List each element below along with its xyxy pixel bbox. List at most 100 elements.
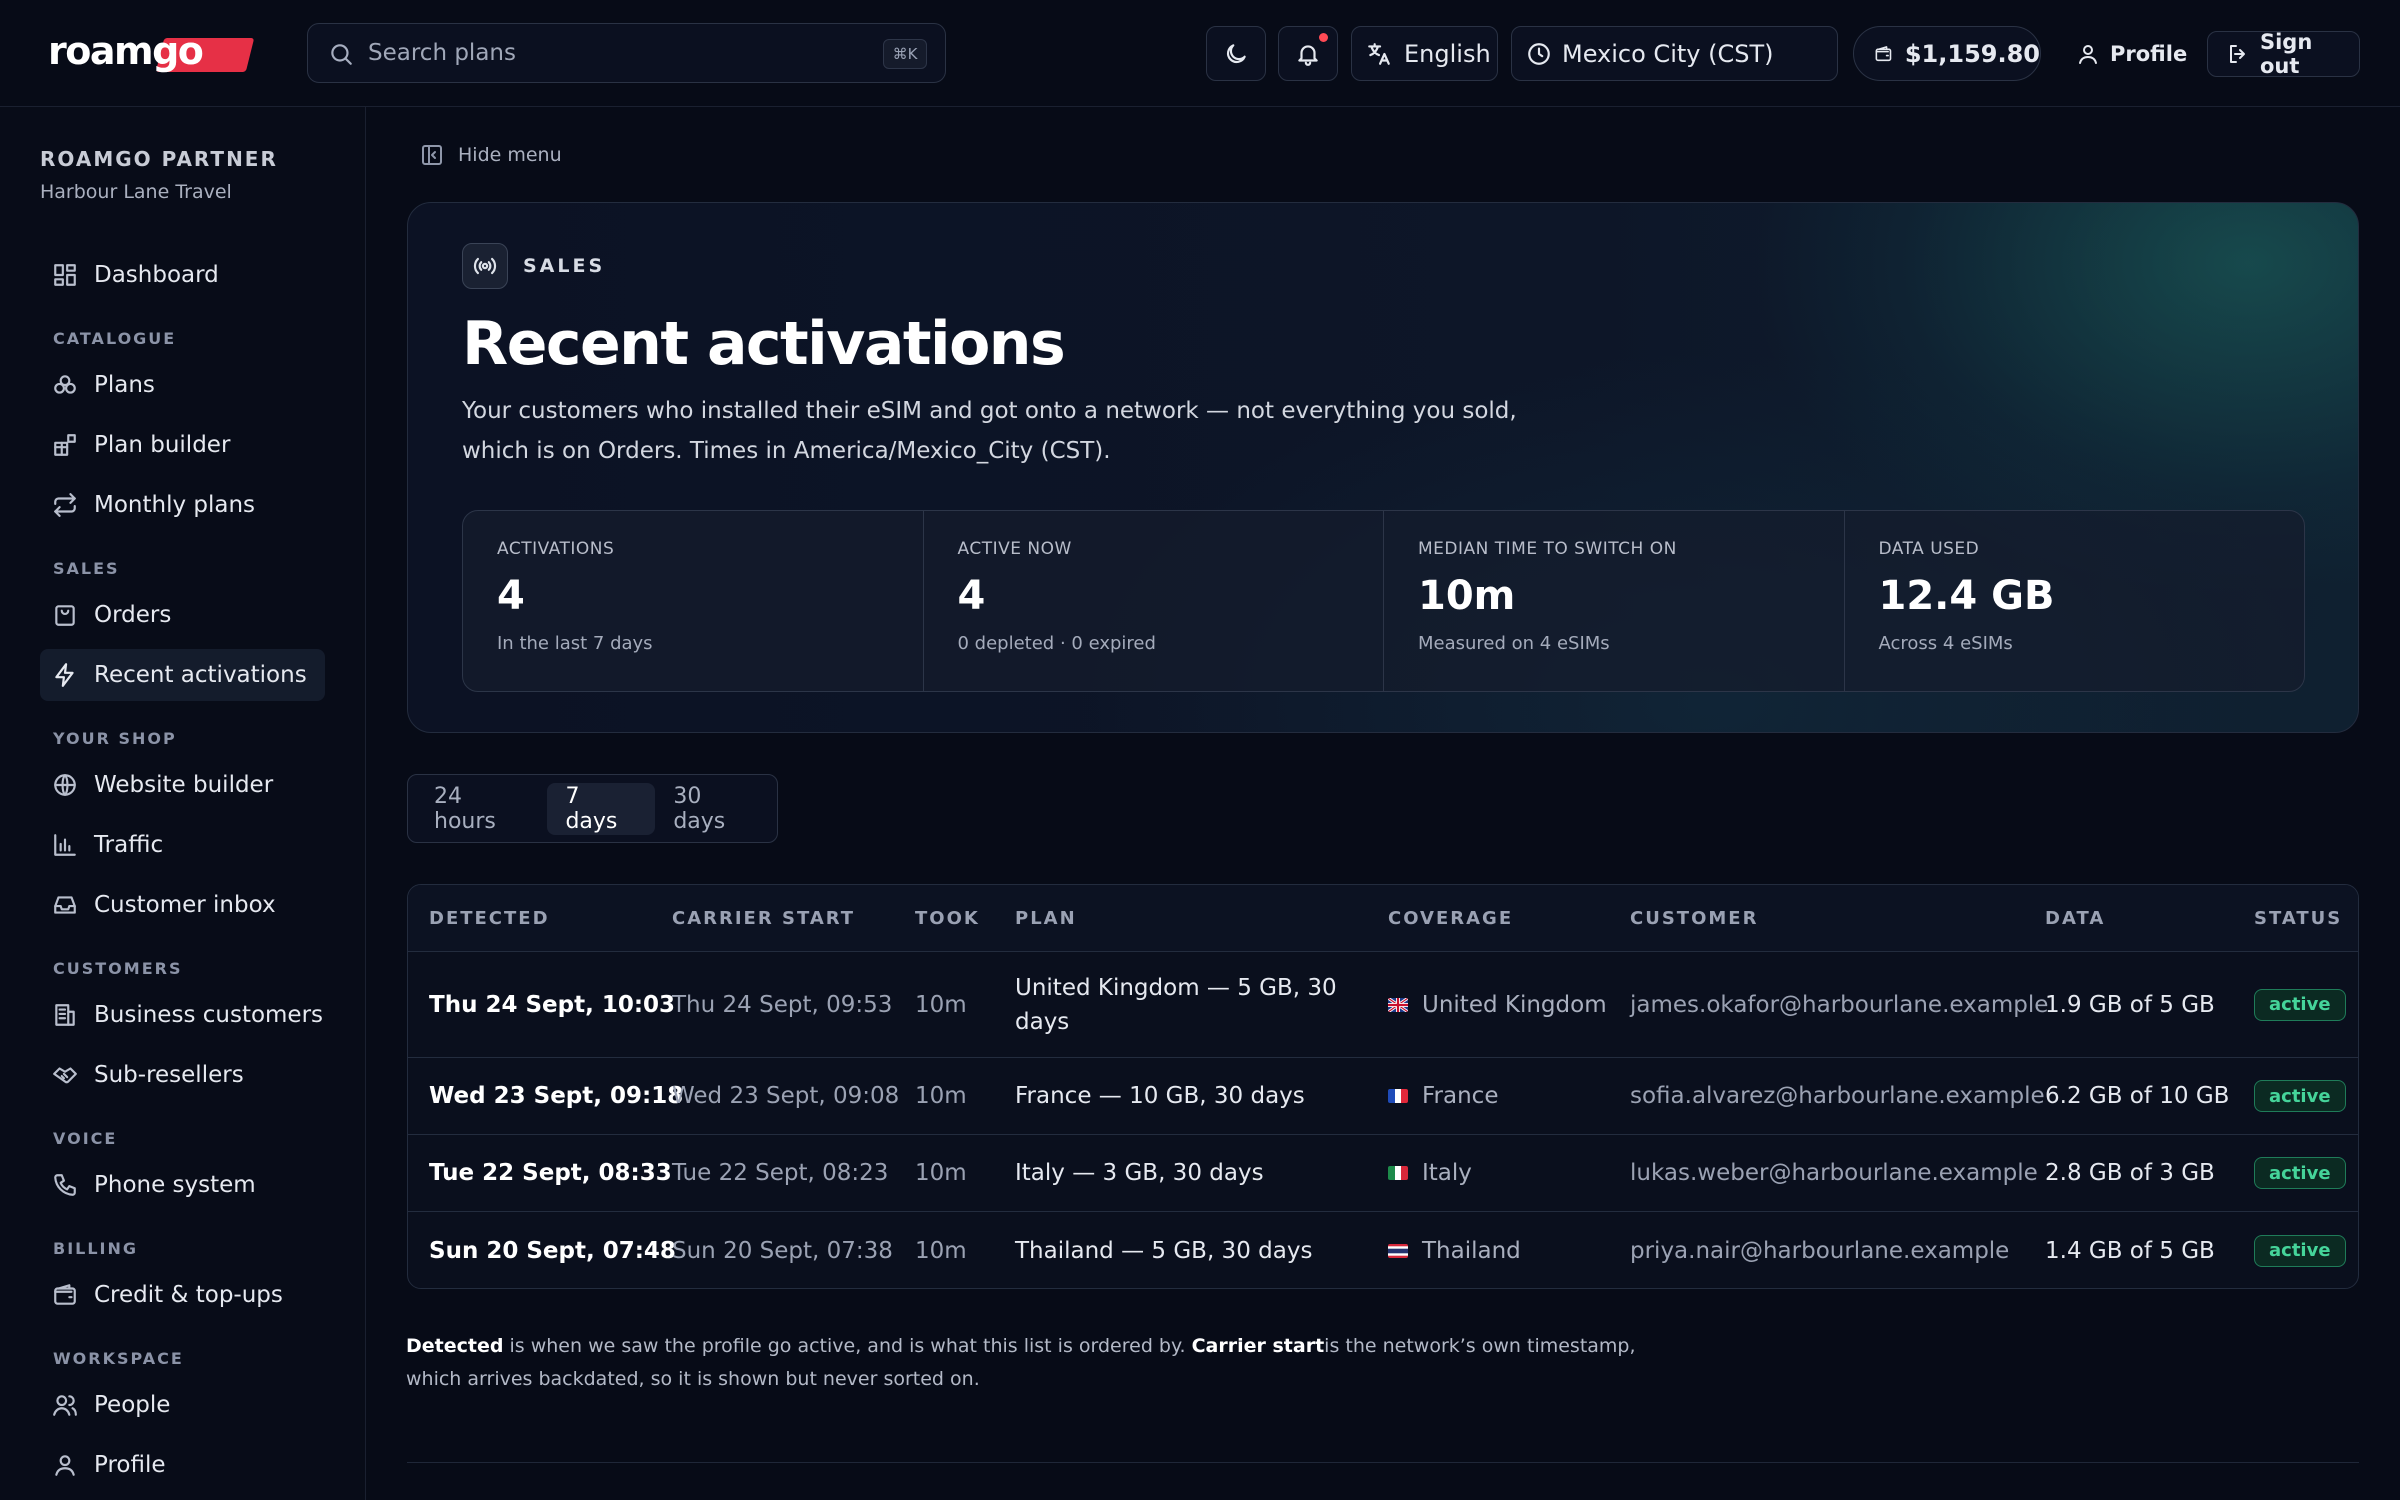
status-badge: active: [2254, 1157, 2346, 1189]
roamgo-logo[interactable]: roamgo: [48, 29, 255, 75]
cell-status: active: [2254, 1058, 2346, 1134]
profile-link[interactable]: Profile: [2076, 26, 2187, 81]
status-badge: active: [2254, 1080, 2346, 1112]
notification-dot: [1319, 33, 1328, 42]
stat-sub: In the last 7 days: [497, 633, 653, 654]
cell-customer: priya.nair@harbourlane.example: [1630, 1237, 2010, 1264]
stat-median-time: MEDIAN TIME TO SWITCH ON 10m Measured on…: [1384, 511, 1845, 691]
col-plan[interactable]: PLAN: [1015, 885, 1077, 952]
sidebar-item-profile[interactable]: Profile: [40, 1439, 325, 1491]
search-shortcut-hint: ⌘K: [883, 39, 927, 69]
blocks-icon: [54, 434, 76, 456]
stat-label: ACTIVE NOW: [957, 539, 1072, 559]
stat-active-now: ACTIVE NOW 4 0 depleted · 0 expired: [924, 511, 1384, 691]
bar-chart-icon: [54, 834, 76, 856]
timezone-selector[interactable]: Mexico City (CST): [1511, 26, 1838, 81]
cell-plan: Thailand — 5 GB, 30 days: [1015, 1237, 1313, 1264]
cell-coverage: France: [1388, 1058, 1498, 1134]
sidebar-item-label: Traffic: [94, 832, 164, 858]
moon-icon: [1226, 43, 1246, 63]
flag-france-icon: [1388, 1089, 1408, 1103]
col-coverage[interactable]: COVERAGE: [1388, 885, 1513, 952]
sidebar-item-phone-system[interactable]: Phone system: [40, 1159, 325, 1211]
sidebar-item-website-builder[interactable]: Website builder: [40, 759, 325, 811]
col-customer[interactable]: CUSTOMER: [1630, 885, 1758, 952]
col-status[interactable]: STATUS: [2254, 885, 2342, 952]
stat-value: 12.4 GB: [1878, 573, 2055, 619]
sidebar-item-traffic[interactable]: Traffic: [40, 819, 325, 871]
section-catalogue: CATALOGUE: [53, 329, 177, 348]
section-customers: CUSTOMERS: [53, 959, 183, 978]
stat-value: 4: [957, 573, 986, 619]
timezone-label: Mexico City (CST): [1562, 39, 1774, 68]
wallet-icon: [54, 1284, 76, 1305]
section-workspace: WORKSPACE: [53, 1349, 184, 1368]
cell-detected: Tue 22 Sept, 08:33: [429, 1160, 672, 1186]
top-bar: roamgo ⌘K English Mexico City (CST) $1,1…: [0, 0, 2400, 107]
eyebrow-label: SALES: [523, 255, 606, 277]
sidebar-item-sub-resellers[interactable]: Sub-resellers: [40, 1049, 325, 1101]
hide-menu-button[interactable]: Hide menu: [420, 140, 562, 170]
theme-toggle-button[interactable]: [1206, 26, 1266, 81]
tab-30-days[interactable]: 30 days: [655, 783, 777, 835]
hide-menu-label: Hide menu: [458, 144, 562, 166]
table-row[interactable]: Thu 24 Sept, 10:03 Thu 24 Sept, 09:53 10…: [408, 952, 2358, 1058]
search-input[interactable]: [368, 36, 868, 70]
language-label: English: [1404, 39, 1491, 68]
stats-panel: ACTIVATIONS 4 In the last 7 days ACTIVE …: [462, 510, 2305, 692]
col-data[interactable]: DATA: [2045, 885, 2105, 952]
tab-24-hours[interactable]: 24 hours: [416, 783, 547, 835]
search-box[interactable]: ⌘K: [307, 23, 946, 83]
sidebar-item-dashboard[interactable]: Dashboard: [40, 249, 325, 301]
time-range-tabs: 24 hours 7 days 30 days: [407, 774, 778, 843]
cell-coverage: Italy: [1388, 1135, 1472, 1211]
table-row[interactable]: Sun 20 Sept, 07:48 Sun 20 Sept, 07:38 10…: [408, 1212, 2358, 1288]
translate-icon: [1368, 42, 1390, 65]
sidebar-item-business-customers[interactable]: Business customers: [40, 989, 325, 1041]
sidebar-item-label: Plans: [94, 372, 155, 398]
footnote-term-detected: Detected: [406, 1335, 504, 1357]
sidebar-item-plans[interactable]: Plans: [40, 359, 325, 411]
bell-icon: [1298, 44, 1318, 66]
search-icon: [331, 44, 352, 65]
table-header: DETECTED CARRIER START TOOK PLAN COVERAG…: [408, 885, 2358, 952]
notifications-button[interactable]: [1278, 26, 1338, 81]
col-took[interactable]: TOOK: [915, 885, 980, 952]
logo-text: roamgo: [48, 29, 204, 73]
sidebar-item-plan-builder[interactable]: Plan builder: [40, 419, 325, 471]
cell-carrier-start: Sun 20 Sept, 07:38: [672, 1237, 893, 1264]
building-icon: [55, 1004, 75, 1026]
logout-icon: [2229, 45, 2245, 63]
cell-status: active: [2254, 1135, 2346, 1211]
coverage-label: Italy: [1422, 1160, 1472, 1186]
cell-carrier-start: Tue 22 Sept, 08:23: [672, 1160, 889, 1186]
language-selector[interactable]: English: [1351, 26, 1498, 81]
col-carrier-start[interactable]: CARRIER START: [672, 885, 855, 952]
coverage-label: United Kingdom: [1422, 991, 1607, 1018]
tab-7-days[interactable]: 7 days: [547, 782, 656, 835]
activations-table: DETECTED CARRIER START TOOK PLAN COVERAG…: [407, 884, 2359, 1289]
balance-button[interactable]: $1,159.80: [1853, 26, 2041, 81]
table-row[interactable]: Wed 23 Sept, 09:18 Wed 23 Sept, 09:08 10…: [408, 1058, 2358, 1135]
col-detected[interactable]: DETECTED: [429, 885, 550, 952]
flag-italy-icon: [1388, 1166, 1408, 1180]
sidebar-item-people[interactable]: People: [40, 1379, 325, 1431]
profile-label: Profile: [2110, 41, 2188, 66]
broadcast-icon: [462, 243, 508, 289]
stat-sub: 0 depleted · 0 expired: [957, 633, 1156, 654]
dashboard-icon: [54, 264, 76, 286]
sign-out-button[interactable]: Sign out: [2207, 30, 2360, 78]
sidebar-item-monthly-plans[interactable]: Monthly plans: [40, 479, 325, 531]
sidebar-item-recent-activations[interactable]: Recent activations: [40, 649, 325, 701]
cell-customer: sofia.alvarez@harbourlane.example: [1630, 1083, 2045, 1109]
sidebar-item-customer-inbox[interactable]: Customer inbox: [40, 879, 325, 931]
cell-data: 1.4 GB of 5 GB: [2045, 1237, 2215, 1264]
page-description: Your customers who installed their eSIM …: [462, 398, 1517, 464]
cell-took: 10m: [915, 1160, 967, 1186]
sidebar-item-credit-topups[interactable]: Credit & top-ups: [40, 1269, 325, 1321]
cell-customer: james.okafor@harbourlane.example: [1630, 991, 2049, 1018]
sidebar-item-orders[interactable]: Orders: [40, 589, 325, 641]
sidebar-item-label: Customer inbox: [94, 892, 276, 918]
flag-uk-icon: [1388, 997, 1408, 1012]
table-row[interactable]: Tue 22 Sept, 08:33 Tue 22 Sept, 08:23 10…: [408, 1135, 2358, 1212]
